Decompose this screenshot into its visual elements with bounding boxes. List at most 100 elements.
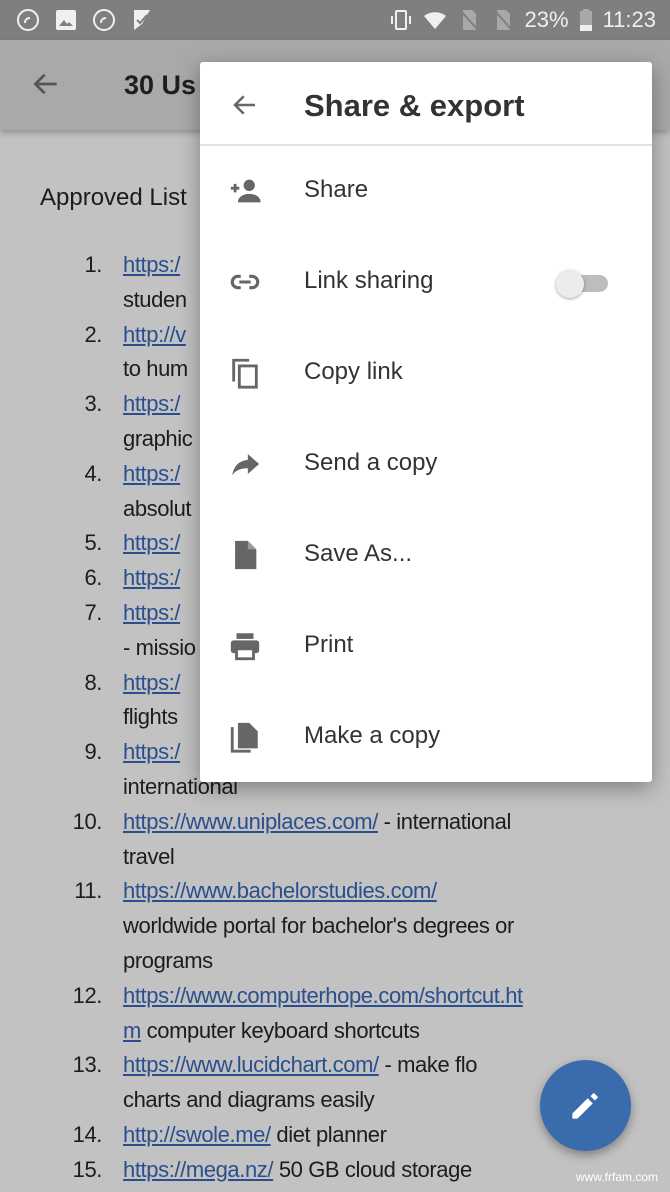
list-description: computer keyboard shortcuts <box>140 1017 420 1043</box>
edit-fab[interactable] <box>540 1060 631 1151</box>
check-icon <box>134 10 150 30</box>
list-link[interactable]: https:/ <box>123 670 181 695</box>
list-description: graphic <box>123 426 193 451</box>
menu-title: Share & export <box>304 88 525 123</box>
list-description: - make flo <box>378 1052 478 1078</box>
list-number: 3. <box>84 391 102 417</box>
list-text: m computer keyboard shortcuts <box>123 1018 654 1044</box>
menu-item-save-as[interactable]: Save As... <box>200 510 652 601</box>
list-link[interactable]: http://v <box>123 322 186 347</box>
copy-icon <box>232 358 258 389</box>
battery-percent: 23% <box>524 7 569 32</box>
list-description: worldwide portal for bachelor's degrees … <box>123 913 514 939</box>
menu-header: Share & export <box>200 62 652 146</box>
menu-item-label: Link sharing <box>304 267 434 294</box>
list-description: - international <box>377 808 512 834</box>
no-sim-icon <box>493 10 512 30</box>
list-number: 15. <box>72 1156 103 1182</box>
list-description: programs <box>123 948 213 973</box>
no-sim-icon <box>459 10 478 30</box>
list-description: studen <box>123 286 187 312</box>
list-description: 50 GB cloud storage <box>273 1156 472 1182</box>
list-link[interactable]: http://swole.me/ <box>123 1122 271 1147</box>
list-number: 5. <box>84 530 102 556</box>
menu-item-label: Make a copy <box>304 722 441 749</box>
list-number: 13. <box>72 1052 103 1078</box>
link-sharing-toggle[interactable] <box>556 270 608 298</box>
menu-item-label: Save As... <box>304 540 413 567</box>
list-number: 9. <box>84 739 102 765</box>
menu-item-share[interactable]: Share <box>200 146 652 237</box>
list-link[interactable]: https://mega.nz/ <box>123 1157 274 1182</box>
list-link[interactable]: https:/ <box>123 739 181 764</box>
list-link[interactable]: https:/ <box>123 530 181 555</box>
list-link[interactable]: https:/ <box>123 565 181 590</box>
list-link[interactable]: https://www.lucidchart.com/ <box>123 1052 379 1077</box>
list-line: travel <box>0 844 670 879</box>
list-text: https://mega.nz/ 50 GB cloud storage <box>123 1157 654 1183</box>
list-link[interactable]: https:/ <box>123 252 181 277</box>
list-link[interactable]: https:/ <box>123 600 181 625</box>
file-icon <box>235 540 257 570</box>
forward-icon <box>232 454 260 476</box>
list-line: worldwide portal for bachelor's degrees … <box>0 913 670 948</box>
list-text: travel <box>123 844 654 870</box>
list-line: 12. https://www.computerhope.com/shortcut… <box>0 983 670 1018</box>
wifi-icon <box>423 12 446 29</box>
list-description: flights <box>123 704 178 730</box>
list-line: m computer keyboard shortcuts <box>0 1018 670 1053</box>
list-line: 10. https://www.uniplaces.com/ - internat… <box>0 809 670 844</box>
person-add-icon <box>230 179 261 203</box>
list-link[interactable]: https:/ <box>123 391 181 416</box>
back-arrow-icon[interactable] <box>230 90 260 120</box>
list-text: https://www.bachelorstudies.com/ <box>123 878 654 904</box>
watermark: www.frfam.com <box>575 1170 658 1184</box>
menu-item-make-a-copy[interactable]: Make a copy <box>200 692 652 783</box>
menu-item-label: Send a copy <box>304 449 438 476</box>
menu-item-print[interactable]: Print <box>200 601 652 692</box>
list-link[interactable]: https://www.uniplaces.com/ <box>123 809 378 834</box>
link-icon <box>230 274 260 290</box>
status-bar: 23% 11:23 <box>0 0 670 40</box>
list-text: https://www.computerhope.com/shortcut.ht <box>123 983 654 1009</box>
sync-icon <box>17 9 39 31</box>
list-number: 2. <box>84 321 102 347</box>
menu-item-label: Share <box>304 176 369 203</box>
list-description: - missio <box>123 634 196 660</box>
list-number: 14. <box>72 1122 103 1147</box>
list-description: to hum <box>123 356 188 382</box>
list-number: 1. <box>84 252 102 277</box>
list-description: absolut <box>123 495 192 521</box>
list-link[interactable]: https:/ <box>123 461 181 486</box>
list-text: https://www.uniplaces.com/ - internation… <box>123 809 654 835</box>
list-link[interactable]: m <box>123 1018 141 1043</box>
list-number: 6. <box>84 565 102 591</box>
list-number: 11. <box>74 878 102 904</box>
list-description: diet planner <box>270 1122 387 1147</box>
menu-item-link-sharing[interactable]: Link sharing <box>200 237 652 328</box>
menu-item-label: Copy link <box>304 358 403 385</box>
list-number: 7. <box>84 600 102 625</box>
sync-icon <box>93 9 115 31</box>
battery-icon <box>579 9 592 31</box>
list-number: 8. <box>84 669 102 695</box>
pencil-icon <box>572 1092 599 1119</box>
image-icon <box>56 10 76 30</box>
back-arrow-icon[interactable] <box>30 68 62 100</box>
list-description: travel <box>123 843 175 869</box>
menu-item-label: Print <box>304 631 354 658</box>
document-title: 30 Us <box>124 70 197 100</box>
share-export-menu: Share & export Share Link sharing Copy l… <box>200 62 652 782</box>
list-number: 4. <box>84 460 102 486</box>
list-number: 12. <box>72 982 103 1008</box>
file-copy-icon <box>230 722 258 753</box>
list-description: charts and diagrams easily <box>123 1087 375 1113</box>
list-line: programs <box>0 948 670 983</box>
vibrate-icon <box>390 10 411 30</box>
list-text: worldwide portal for bachelor's degrees … <box>123 913 654 939</box>
menu-item-copy-link[interactable]: Copy link <box>200 328 652 419</box>
clock: 11:23 <box>602 7 656 32</box>
list-link[interactable]: https://www.computerhope.com/shortcut.ht <box>123 983 523 1008</box>
list-link[interactable]: https://www.bachelorstudies.com/ <box>123 878 437 903</box>
menu-item-send-a-copy[interactable]: Send a copy <box>200 419 652 510</box>
